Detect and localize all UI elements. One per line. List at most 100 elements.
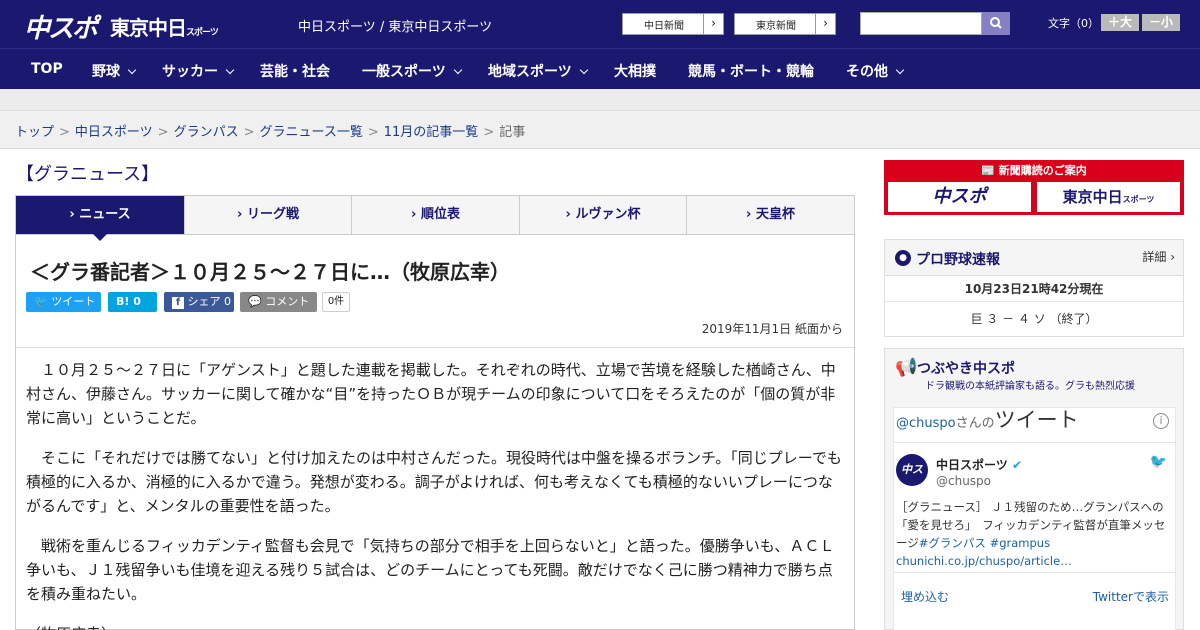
breadcrumb-separator: > — [59, 125, 70, 140]
tweet-button[interactable]: 🐦 ツイート — [26, 292, 101, 312]
section-title: 【グラニュース】 — [16, 164, 160, 185]
chuspo-logo[interactable]: 中スポ — [24, 8, 98, 45]
search-button[interactable] — [982, 12, 1010, 35]
nav-label: 大相撲 — [614, 64, 656, 80]
breadcrumb-separator: > — [157, 125, 169, 140]
view-on-twitter-link[interactable]: Twitterで表示 — [1093, 588, 1169, 605]
article-byline: （牧原広幸） — [26, 622, 844, 630]
breadcrumb-separator: > — [243, 125, 255, 140]
chevron-down-icon — [225, 65, 235, 75]
timeline-header: @chuspoさんのツイート — [896, 404, 1079, 434]
speech-bubble-icon: 💬 — [248, 295, 262, 308]
font-smaller-button[interactable]: －小 — [1142, 14, 1180, 31]
avatar[interactable]: 中ス — [896, 454, 928, 486]
baseball-card-title: プロ野球速報 — [916, 252, 1000, 268]
tab-label: リーグ戦 — [246, 207, 299, 222]
newspaper-icon: 📰 — [981, 164, 995, 177]
chevron-down-icon — [127, 65, 137, 75]
nav-top[interactable]: TOP — [31, 61, 63, 77]
baseball-card-header: ● プロ野球速報 詳細 › — [885, 240, 1183, 276]
tweet-link[interactable]: chunichi.co.jp/chuspo/article… — [896, 554, 1072, 568]
tweet-account-name-text: 中日スポーツ — [936, 458, 1008, 472]
breadcrumb-chuspo[interactable]: 中日スポーツ — [75, 125, 153, 140]
comment-count: 0件 — [322, 292, 350, 312]
tweet-account-name[interactable]: 中日スポーツ ✔ — [936, 456, 1022, 473]
tweet-hashtags[interactable]: #グランパス #grampus — [919, 536, 1050, 550]
comment-button[interactable]: 💬 コメント — [240, 292, 317, 312]
nav-general-sports[interactable]: 一般スポーツ — [362, 61, 462, 81]
tab-standings[interactable]: › 順位表 — [352, 196, 520, 234]
divider — [894, 442, 1175, 443]
tokyo-shimbun-button[interactable]: 東京新聞 › — [734, 13, 836, 35]
breadcrumb-gra-news-list[interactable]: グラニュース一覧 — [260, 125, 363, 140]
article-paragraph: １０月２５～２７日に「アゲンスト」と題した連載を掲載した。それぞれの時代、立場で… — [26, 361, 836, 427]
nav-local-sports[interactable]: 地域スポーツ — [488, 61, 588, 81]
top-header: 中スポ 東京中日スポーツ 中日スポーツ / 東京中日スポーツ 中日新聞 › 東京… — [0, 0, 1200, 48]
subscribe-chuspo-link[interactable]: 中スポ — [888, 182, 1031, 212]
facebook-share-label: シェア 0 — [187, 295, 232, 308]
font-bigger-button[interactable]: ＋大 — [1101, 14, 1139, 31]
tab-levain-cup[interactable]: › ルヴァン杯 — [520, 196, 687, 234]
tokyo-chunichi-logo[interactable]: 東京中日スポーツ — [110, 12, 219, 41]
nav-racing[interactable]: 競馬・ボート・競輪 — [688, 61, 814, 81]
facebook-icon: f — [172, 297, 184, 309]
subscribe-tokyo-chunichi-small: スポーツ — [1122, 195, 1155, 204]
facebook-share-button[interactable]: f シェア 0 — [164, 292, 234, 312]
header-spacer — [0, 89, 1200, 111]
search-input[interactable] — [860, 12, 982, 35]
twitter-bird-icon: 🐦 — [1149, 454, 1167, 470]
nav-baseball[interactable]: 野球 — [92, 61, 137, 81]
tokyo-chunichi-logo-text: 東京中日 — [110, 16, 187, 40]
tab-label: ニュース — [79, 207, 131, 222]
chunichi-shimbun-button[interactable]: 中日新聞 › — [622, 13, 724, 35]
hatena-bookmark-button[interactable]: B! 0 — [108, 292, 157, 312]
comment-label: コメント — [265, 295, 310, 308]
breadcrumb-top[interactable]: トップ — [15, 125, 54, 140]
nav-label: サッカー — [162, 64, 218, 80]
tab-emperors-cup[interactable]: › 天皇杯 — [687, 196, 854, 234]
divider — [894, 572, 1175, 573]
article-headline: ＜グラ番記者＞１０月２５～２７日に…（牧原広幸） — [30, 260, 510, 284]
nav-other[interactable]: その他 — [846, 61, 905, 81]
tab-label: 天皇杯 — [755, 207, 795, 222]
breadcrumb-separator: > — [483, 125, 495, 140]
tsubuyaki-title: つぶやき中スポ — [917, 361, 1015, 377]
breadcrumb-current: 記事 — [499, 125, 526, 140]
nav-label: 競馬・ボート・競輪 — [688, 64, 814, 80]
baseball-update-time: 10月23日21時42分現在 — [964, 282, 1104, 296]
nav-label: TOP — [31, 61, 63, 77]
tsubuyaki-subtitle: ドラ観戦の本紙評論家も語る。グラも熱烈応援 — [925, 381, 1135, 392]
main-nav: TOP 野球 サッカー 芸能・社会 一般スポーツ 地域スポーツ 大相撲 競馬・ボ… — [0, 48, 1200, 89]
embed-link[interactable]: 埋め込む — [901, 588, 949, 605]
baseball-detail-link[interactable]: 詳細 › — [1142, 248, 1175, 265]
subscribe-tokyo-chunichi-link[interactable]: 東京中日スポーツ — [1037, 182, 1180, 212]
site-links[interactable]: 中日スポーツ / 東京中日スポーツ — [298, 16, 492, 35]
category-tabs: › ニュース › リーグ戦 › 順位表 › ルヴァン杯 › 天皇杯 — [15, 195, 855, 241]
tweet-account-handle[interactable]: @chuspo — [936, 474, 991, 488]
nav-sumo[interactable]: 大相撲 — [614, 61, 656, 81]
nav-soccer[interactable]: サッカー — [162, 61, 235, 81]
timeline-handle[interactable]: @chuspo — [896, 416, 956, 431]
nav-label: 芸能・社会 — [260, 64, 330, 80]
breadcrumb-november-list[interactable]: 11月の記事一覧 — [384, 125, 479, 140]
tokyo-chunichi-logo-small: スポーツ — [186, 28, 219, 38]
breadcrumb-separator: > — [367, 125, 379, 140]
article-paragraph: そこに「それだけでは勝てない」と付け加えたのは中村さんだった。現役時代は中盤を操… — [26, 449, 842, 515]
baseball-scores-card: ● プロ野球速報 詳細 › 10月23日21時42分現在 巨 ３ － ４ ソ （… — [884, 239, 1184, 337]
breadcrumb-grampus[interactable]: グランパス — [174, 125, 239, 140]
subscribe-tokyo-chunichi-text: 東京中日 — [1062, 188, 1123, 206]
nav-entertainment[interactable]: 芸能・社会 — [260, 61, 330, 81]
divider — [16, 347, 854, 348]
info-icon[interactable]: i — [1153, 413, 1169, 429]
tab-league[interactable]: › リーグ戦 — [185, 196, 352, 234]
tsubuyaki-card: 📢 つぶやき中スポ ドラ観戦の本紙評論家も語る。グラも熱烈応援 @chuspoさ… — [884, 348, 1184, 630]
tweet-body: ［グラニュース］ Ｊ１残留のため…グランパスへの「愛を見せろ」 フィッカデンティ… — [896, 498, 1171, 570]
nav-label: 一般スポーツ — [362, 64, 446, 80]
font-size-label: 文字（0） — [1048, 17, 1099, 30]
nav-label: その他 — [846, 64, 888, 80]
subscription-title-text: 新聞購読のご案内 — [998, 164, 1087, 177]
subscription-title: 📰 新聞購読のご案内 — [884, 162, 1184, 178]
tab-news[interactable]: › ニュース — [16, 196, 185, 241]
baseball-score[interactable]: 巨 ３ － ４ ソ （終了） — [885, 310, 1183, 327]
subscription-banner[interactable]: 📰 新聞購読のご案内 中スポ 東京中日スポーツ — [884, 160, 1184, 215]
